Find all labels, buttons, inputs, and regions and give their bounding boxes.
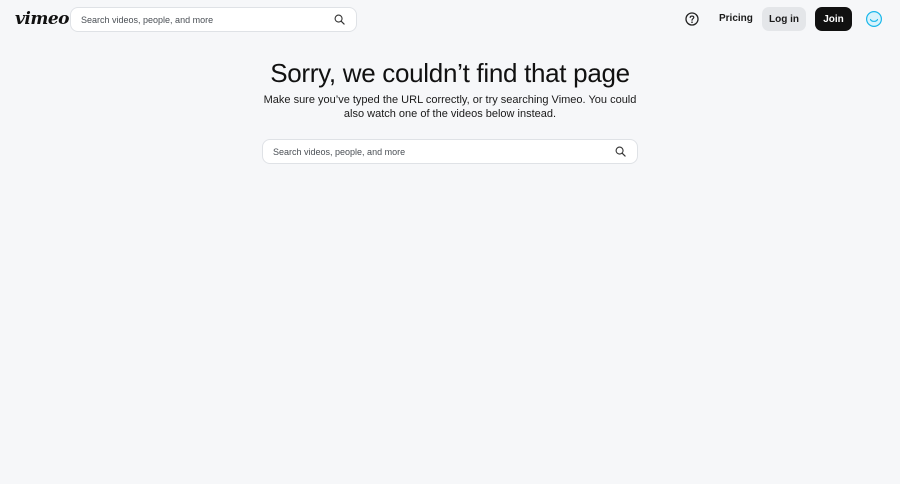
page-subtitle: Make sure you’ve typed the URL correctly… — [263, 94, 637, 120]
top-navigation-bar: vimeo Pricing Log in Join — [0, 0, 900, 38]
header-search-box[interactable] — [70, 7, 357, 32]
pricing-link[interactable]: Pricing — [719, 13, 753, 24]
avatar-icon[interactable] — [866, 11, 882, 27]
header-search-input[interactable] — [81, 12, 321, 28]
join-button[interactable]: Join — [815, 7, 852, 31]
main-search-box[interactable] — [262, 139, 638, 164]
search-icon[interactable] — [615, 146, 626, 157]
login-button[interactable]: Log in — [762, 7, 806, 31]
help-circle-icon[interactable] — [685, 12, 699, 26]
main-search-input[interactable] — [273, 144, 603, 160]
vimeo-logo[interactable]: vimeo — [15, 9, 69, 29]
search-icon[interactable] — [334, 14, 345, 25]
page-title: Sorry, we couldn’t find that page — [270, 58, 630, 88]
